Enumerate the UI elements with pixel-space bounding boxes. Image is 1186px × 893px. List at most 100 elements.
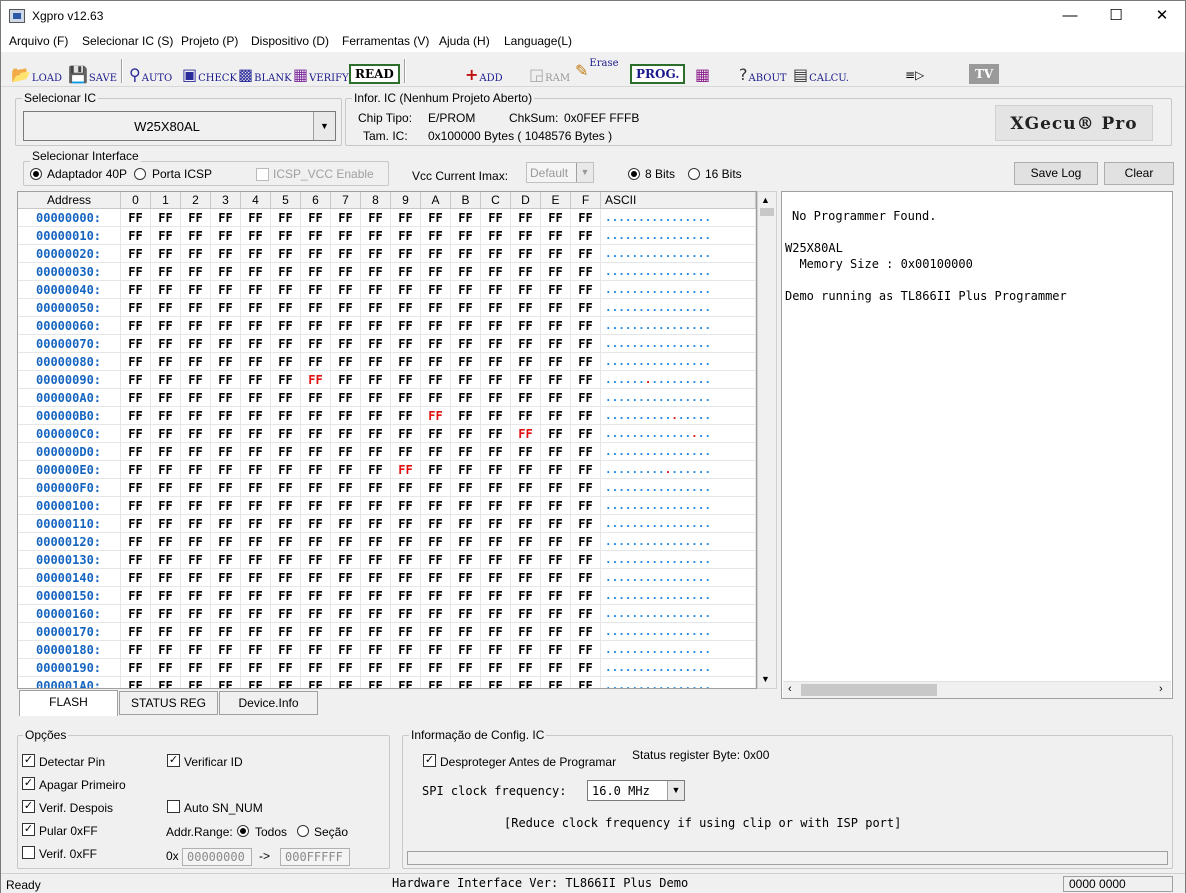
byte-cell[interactable]: FF <box>241 677 271 688</box>
byte-cell[interactable]: FF <box>301 479 331 497</box>
byte-cell[interactable]: FF <box>181 659 211 677</box>
byte-cell[interactable]: FF <box>151 641 181 659</box>
byte-cell[interactable]: FF <box>271 317 301 335</box>
byte-cell[interactable]: FF <box>241 407 271 425</box>
byte-cell[interactable]: FF <box>541 461 571 479</box>
byte-cell[interactable]: FF <box>121 371 151 389</box>
byte-cell[interactable]: FF <box>331 317 361 335</box>
byte-cell[interactable]: FF <box>391 623 421 641</box>
byte-cell[interactable]: FF <box>421 371 451 389</box>
byte-cell[interactable]: FF <box>181 263 211 281</box>
byte-cell[interactable]: FF <box>541 281 571 299</box>
byte-cell[interactable]: FF <box>391 587 421 605</box>
byte-cell[interactable]: FF <box>541 533 571 551</box>
byte-cell[interactable]: FF <box>241 425 271 443</box>
byte-cell[interactable]: FF <box>421 209 451 227</box>
byte-cell[interactable]: FF <box>571 245 601 263</box>
byte-cell[interactable]: FF <box>361 335 391 353</box>
byte-cell[interactable]: FF <box>361 443 391 461</box>
byte-cell[interactable]: FF <box>421 515 451 533</box>
byte-cell[interactable]: FF <box>121 533 151 551</box>
byte-cell[interactable]: FF <box>361 641 391 659</box>
byte-cell[interactable]: FF <box>421 497 451 515</box>
byte-cell[interactable]: FF <box>571 227 601 245</box>
byte-cell[interactable]: FF <box>301 371 331 389</box>
byte-cell[interactable]: FF <box>481 263 511 281</box>
byte-cell[interactable]: FF <box>541 227 571 245</box>
todos-radio[interactable] <box>237 825 249 837</box>
byte-cell[interactable]: FF <box>541 407 571 425</box>
byte-cell[interactable]: FF <box>571 551 601 569</box>
byte-cell[interactable]: FF <box>511 515 541 533</box>
byte-cell[interactable]: FF <box>301 551 331 569</box>
byte-cell[interactable]: FF <box>421 317 451 335</box>
byte-cell[interactable]: FF <box>301 299 331 317</box>
menu-arquivo[interactable]: Arquivo (F) <box>9 34 68 48</box>
byte-cell[interactable]: FF <box>121 659 151 677</box>
byte-cell[interactable]: FF <box>541 425 571 443</box>
byte-cell[interactable]: FF <box>181 605 211 623</box>
byte-cell[interactable]: FF <box>481 407 511 425</box>
vcc-current-select[interactable]: Default ▼ <box>526 162 594 183</box>
byte-cell[interactable]: FF <box>481 587 511 605</box>
byte-cell[interactable]: FF <box>331 281 361 299</box>
byte-cell[interactable]: FF <box>331 641 361 659</box>
byte-cell[interactable]: FF <box>331 209 361 227</box>
byte-cell[interactable]: FF <box>571 587 601 605</box>
byte-cell[interactable]: FF <box>571 641 601 659</box>
byte-cell[interactable]: FF <box>511 605 541 623</box>
byte-cell[interactable]: FF <box>301 281 331 299</box>
byte-cell[interactable]: FF <box>271 533 301 551</box>
byte-cell[interactable]: FF <box>241 587 271 605</box>
byte-cell[interactable]: FF <box>271 623 301 641</box>
byte-cell[interactable]: FF <box>241 641 271 659</box>
byte-cell[interactable]: FF <box>511 623 541 641</box>
byte-cell[interactable]: FF <box>211 479 241 497</box>
byte-cell[interactable]: FF <box>301 461 331 479</box>
apagar-primeiro-checkbox[interactable]: ✓ <box>22 777 35 790</box>
byte-cell[interactable]: FF <box>151 371 181 389</box>
byte-cell[interactable]: FF <box>481 551 511 569</box>
byte-cell[interactable]: FF <box>421 425 451 443</box>
byte-cell[interactable]: FF <box>151 461 181 479</box>
verif-ff-checkbox[interactable] <box>22 846 35 859</box>
byte-cell[interactable]: FF <box>361 371 391 389</box>
byte-cell[interactable]: FF <box>451 497 481 515</box>
byte-cell[interactable]: FF <box>121 605 151 623</box>
byte-cell[interactable]: FF <box>391 605 421 623</box>
byte-cell[interactable]: FF <box>511 479 541 497</box>
byte-cell[interactable]: FF <box>241 497 271 515</box>
byte-cell[interactable]: FF <box>451 281 481 299</box>
byte-cell[interactable]: FF <box>511 443 541 461</box>
chevron-up-icon[interactable]: ▲ <box>761 195 770 205</box>
byte-cell[interactable]: FF <box>511 659 541 677</box>
byte-cell[interactable]: FF <box>181 443 211 461</box>
byte-cell[interactable]: FF <box>421 677 451 688</box>
byte-cell[interactable]: FF <box>241 317 271 335</box>
byte-cell[interactable]: FF <box>301 245 331 263</box>
byte-cell[interactable]: FF <box>151 515 181 533</box>
byte-cell[interactable]: FF <box>121 587 151 605</box>
byte-cell[interactable]: FF <box>421 227 451 245</box>
chevron-down-icon[interactable]: ▼ <box>761 674 770 684</box>
byte-cell[interactable]: FF <box>481 569 511 587</box>
byte-cell[interactable]: FF <box>481 623 511 641</box>
byte-cell[interactable]: FF <box>511 677 541 688</box>
byte-cell[interactable]: FF <box>451 425 481 443</box>
byte-cell[interactable]: FF <box>541 587 571 605</box>
byte-cell[interactable]: FF <box>241 371 271 389</box>
byte-cell[interactable]: FF <box>181 245 211 263</box>
byte-cell[interactable]: FF <box>541 263 571 281</box>
save-button[interactable]: 💾 SAVE <box>68 58 117 85</box>
byte-cell[interactable]: FF <box>571 461 601 479</box>
byte-cell[interactable]: FF <box>271 227 301 245</box>
byte-cell[interactable]: FF <box>121 425 151 443</box>
byte-cell[interactable]: FF <box>421 587 451 605</box>
byte-cell[interactable]: FF <box>481 425 511 443</box>
byte-cell[interactable]: FF <box>331 443 361 461</box>
chevron-down-icon[interactable]: ▼ <box>313 112 335 140</box>
byte-cell[interactable]: FF <box>301 227 331 245</box>
byte-cell[interactable]: FF <box>451 371 481 389</box>
byte-cell[interactable]: FF <box>391 551 421 569</box>
byte-cell[interactable]: FF <box>391 515 421 533</box>
